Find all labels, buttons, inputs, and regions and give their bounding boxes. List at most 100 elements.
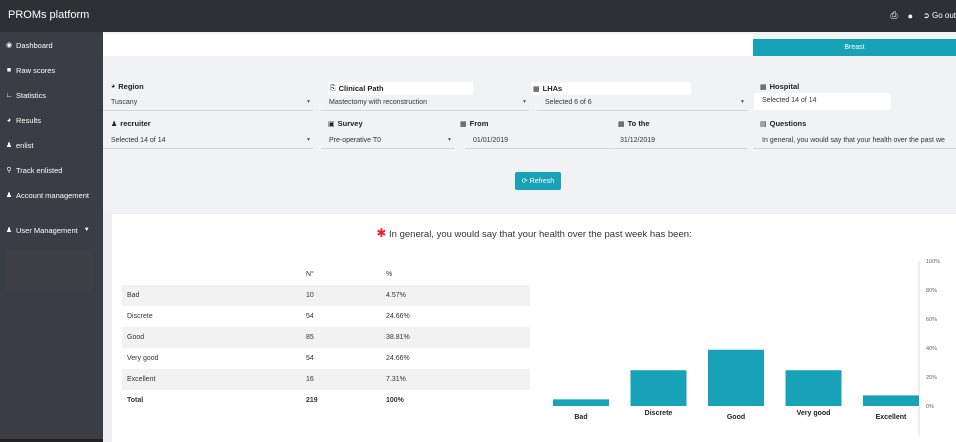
lhas-select[interactable]: Selected 6 of 6 ▼ xyxy=(537,96,747,111)
user-icon[interactable]: ● xyxy=(908,11,913,21)
globe-icon: ◕ xyxy=(111,83,116,90)
refresh-icon: ⟳ xyxy=(521,178,528,185)
top-bar: PROMs platform ⎙ ● ➲ Go out xyxy=(0,0,956,32)
from-label-text: From xyxy=(469,119,489,128)
top-actions: ⎙ ● ➲ Go out xyxy=(890,10,956,21)
sidebar-item-account-management[interactable]: ♟ Account management xyxy=(0,190,96,201)
to-label-text: To the xyxy=(627,119,650,128)
clinical-path-label-text: Clinical Path xyxy=(338,84,384,93)
y-tick-label: 80% xyxy=(926,288,937,294)
x-tick-label: Good xyxy=(727,414,745,421)
sidebar-item-enlist[interactable]: ♟ enlist xyxy=(0,140,103,151)
recruiter-label-text: recruiter xyxy=(120,119,151,128)
sidebar-item-label: User Management xyxy=(16,226,78,235)
hospital-label-text: Hospital xyxy=(769,82,800,91)
bar-excellent[interactable] xyxy=(863,395,919,406)
sidebar: ◉ Dashboard ■ Raw scores ∟ Statistics ◕ Resu… xyxy=(0,32,103,442)
region-select[interactable]: Tuscany ▼ xyxy=(103,96,313,111)
survey-label: ▣ Survey xyxy=(328,119,363,128)
bar-bad[interactable] xyxy=(553,399,609,406)
tachometer-icon: ◉ xyxy=(5,42,13,49)
clinical-path-select[interactable]: Mastectomy with reconstruction ▼ xyxy=(321,96,529,111)
sidebar-item-label: Dashboard xyxy=(16,41,53,50)
recruiter-select[interactable]: Selected 14 of 14 ▼ xyxy=(103,134,313,149)
user-icon: ♟ xyxy=(5,142,13,149)
caret-down-icon: ▼ xyxy=(740,99,745,105)
questions-value: In general, you would say that your heal… xyxy=(762,137,945,144)
globe-icon: ◕ xyxy=(6,117,12,124)
caret-down-icon: ▼ xyxy=(447,137,452,143)
x-tick-label: Very good xyxy=(797,410,831,417)
calendar-icon: ▦ xyxy=(618,120,625,128)
sidebar-item-user-management[interactable]: ♟ User Management ▼ xyxy=(0,225,103,236)
sidebar-item-statistics[interactable]: ∟ Statistics xyxy=(0,90,103,101)
to-date-input[interactable]: 31/12/2019 xyxy=(612,134,747,149)
clipboard-icon: ⎘ xyxy=(330,84,336,92)
clinical-path-label: ⎘ Clinical Path xyxy=(328,82,473,95)
sidebar-item-results[interactable]: ◕ Results xyxy=(0,115,103,126)
chevron-down-icon: ▼ xyxy=(83,227,90,233)
app-title: PROMs platform xyxy=(8,9,90,21)
search-icon: ⚲ xyxy=(6,167,12,174)
x-tick-label: Bad xyxy=(574,414,587,421)
y-tick-label: 0% xyxy=(926,404,934,410)
from-date-input[interactable]: 01/01/2019 xyxy=(465,134,611,149)
go-out-label: Go out xyxy=(931,11,956,20)
sidebar-item-dashboard[interactable]: ◉ Dashboard xyxy=(0,40,103,51)
caret-down-icon: ▼ xyxy=(306,137,311,143)
user-icon: ♟ xyxy=(111,120,118,128)
y-tick-label: 60% xyxy=(926,317,937,323)
sidebar-item-label: Account management xyxy=(16,191,89,200)
clinical-path-value: Mastectomy with reconstruction xyxy=(329,99,428,106)
recruiter-value: Selected 14 of 14 xyxy=(111,137,166,144)
hospital-select[interactable]: Selected 14 of 14 xyxy=(754,93,891,110)
refresh-button[interactable]: ⟳ Refresh xyxy=(515,172,561,190)
from-value: 01/01/2019 xyxy=(473,137,509,144)
line-chart-icon: ∟ xyxy=(5,92,13,99)
x-tick-label: Excellent xyxy=(876,414,907,421)
sidebar-item-track-enlisted[interactable]: ⚲ Track enlisted xyxy=(0,165,103,176)
recruiter-label: ♟ recruiter xyxy=(111,119,151,128)
lhas-label: ▦ LHAs xyxy=(531,82,691,95)
region-label-text: Region xyxy=(118,82,144,91)
region-label: ◕ Region xyxy=(111,82,144,91)
results-panel: ✱ In general, you would say that your he… xyxy=(112,214,956,442)
caret-down-icon: ▼ xyxy=(522,99,527,105)
bar-good[interactable] xyxy=(708,349,764,406)
go-out-link[interactable]: ➲ Go out xyxy=(923,11,956,20)
sidebar-item-raw-scores[interactable]: ■ Raw scores xyxy=(0,65,103,76)
print-icon[interactable]: ⎙ xyxy=(890,10,897,21)
sidebar-item-label: Track enlisted xyxy=(16,166,63,175)
bar-chart: 0% 20% 40% 60% 80% 100% Bad Discrete Good Very go… xyxy=(553,259,940,436)
hospital-label: ▦ Hospital xyxy=(760,82,799,91)
hospital-value: Selected 14 of 14 xyxy=(762,97,817,104)
filters-panel: Breast ◕ Region ⎘ Clinical Path ▦ LHAs ▦ Hos… xyxy=(103,32,956,212)
sign-out-icon: ➲ xyxy=(923,11,930,20)
lhas-value: Selected 6 of 6 xyxy=(545,99,592,106)
survey-value: Pre-operative T0 xyxy=(329,137,382,144)
bar-discrete[interactable] xyxy=(630,370,687,406)
hospital-icon: ▦ xyxy=(760,83,767,91)
y-tick-label: 100% xyxy=(926,259,940,265)
y-tick-label: 20% xyxy=(926,375,937,381)
sidebar-item-label: enlist xyxy=(16,141,34,150)
to-label: ▦ To the xyxy=(618,119,650,128)
x-tick-label: Discrete xyxy=(645,410,673,417)
users-icon: ♟ xyxy=(5,192,13,199)
from-label: ▦ From xyxy=(460,119,488,128)
group-icon: ♟ xyxy=(5,227,13,234)
tab-breast[interactable]: Breast xyxy=(753,39,956,56)
calendar-icon: ▦ xyxy=(460,120,467,128)
sidebar-item-label: Statistics xyxy=(16,91,47,100)
questions-select[interactable]: In general, you would say that your heal… xyxy=(754,134,956,149)
header-strip xyxy=(103,34,753,56)
refresh-label: Refresh xyxy=(529,177,555,185)
building-icon: ▦ xyxy=(533,85,540,93)
sidebar-item-label: Results xyxy=(16,116,42,125)
questions-label-text: Questions xyxy=(769,119,807,128)
y-tick-label: 40% xyxy=(926,346,937,352)
survey-select[interactable]: Pre-operative T0 ▼ xyxy=(321,134,454,149)
survey-icon: ▣ xyxy=(328,120,335,128)
bar-very-good[interactable] xyxy=(785,370,842,406)
line-chart-icon: ▤ xyxy=(760,120,767,128)
